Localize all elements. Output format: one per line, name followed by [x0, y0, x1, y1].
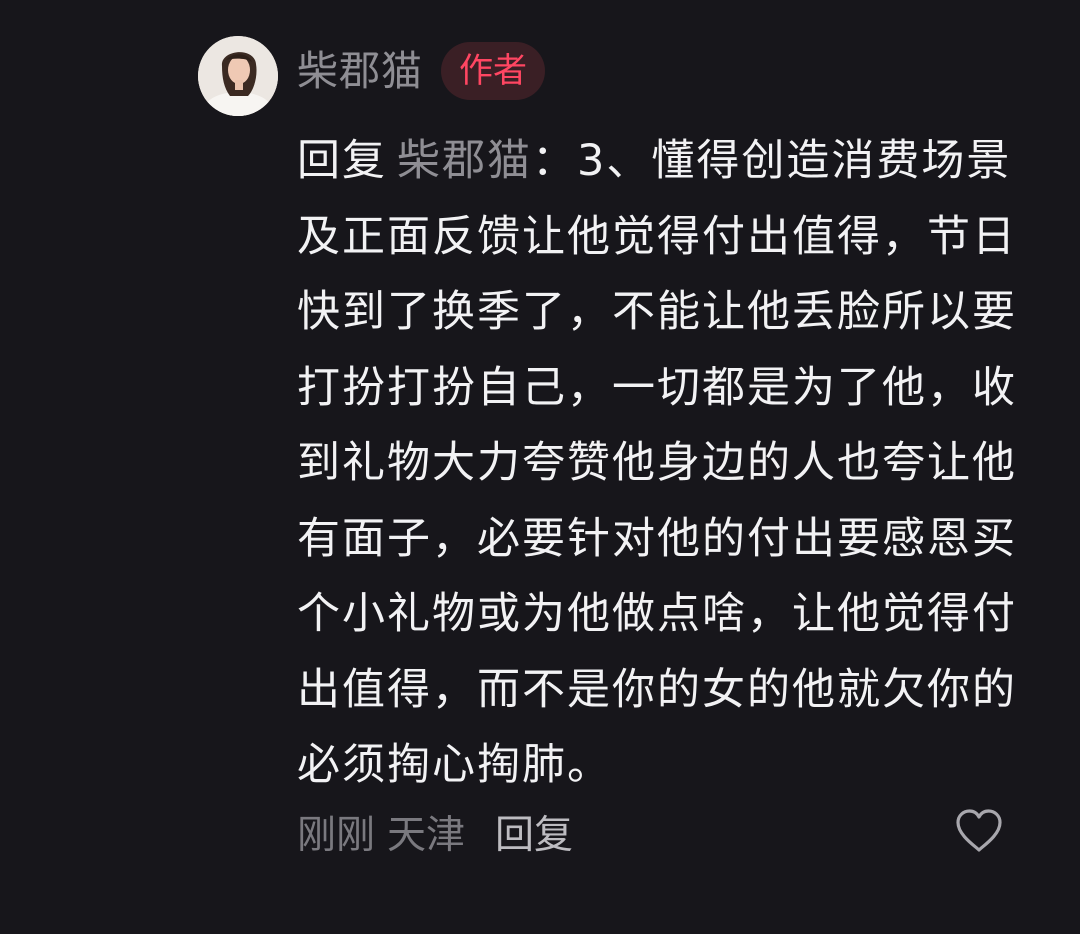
reply-prefix: 回复	[297, 136, 387, 186]
comment-item: 柴郡猫 作者 回复 柴郡猫：3、懂得创造消费场景及正面反馈让他觉得付出值得，节日快…	[0, 0, 1080, 934]
avatar-image	[198, 36, 278, 116]
heart-icon	[956, 809, 1002, 852]
comment-time: 刚刚	[297, 813, 376, 858]
reply-button[interactable]: 回复	[495, 804, 573, 860]
reply-target-name[interactable]: 柴郡猫	[397, 136, 532, 186]
author-row: 柴郡猫 作者	[297, 40, 545, 102]
comment-location: 天津	[387, 813, 466, 858]
author-name[interactable]: 柴郡猫	[297, 40, 423, 102]
like-button[interactable]	[955, 808, 1003, 854]
author-badge: 作者	[441, 42, 545, 100]
comment-text: 回复 柴郡猫：3、懂得创造消费场景及正面反馈让他觉得付出值得，节日快到了换季了，不…	[297, 124, 1027, 804]
avatar[interactable]	[198, 36, 278, 116]
comment-meta: 刚刚 天津 回复	[297, 802, 573, 862]
comment-content: ：3、懂得创造消费场景及正面反馈让他觉得付出值得，节日快到了换季了，不能让他丢脸…	[297, 136, 1017, 790]
